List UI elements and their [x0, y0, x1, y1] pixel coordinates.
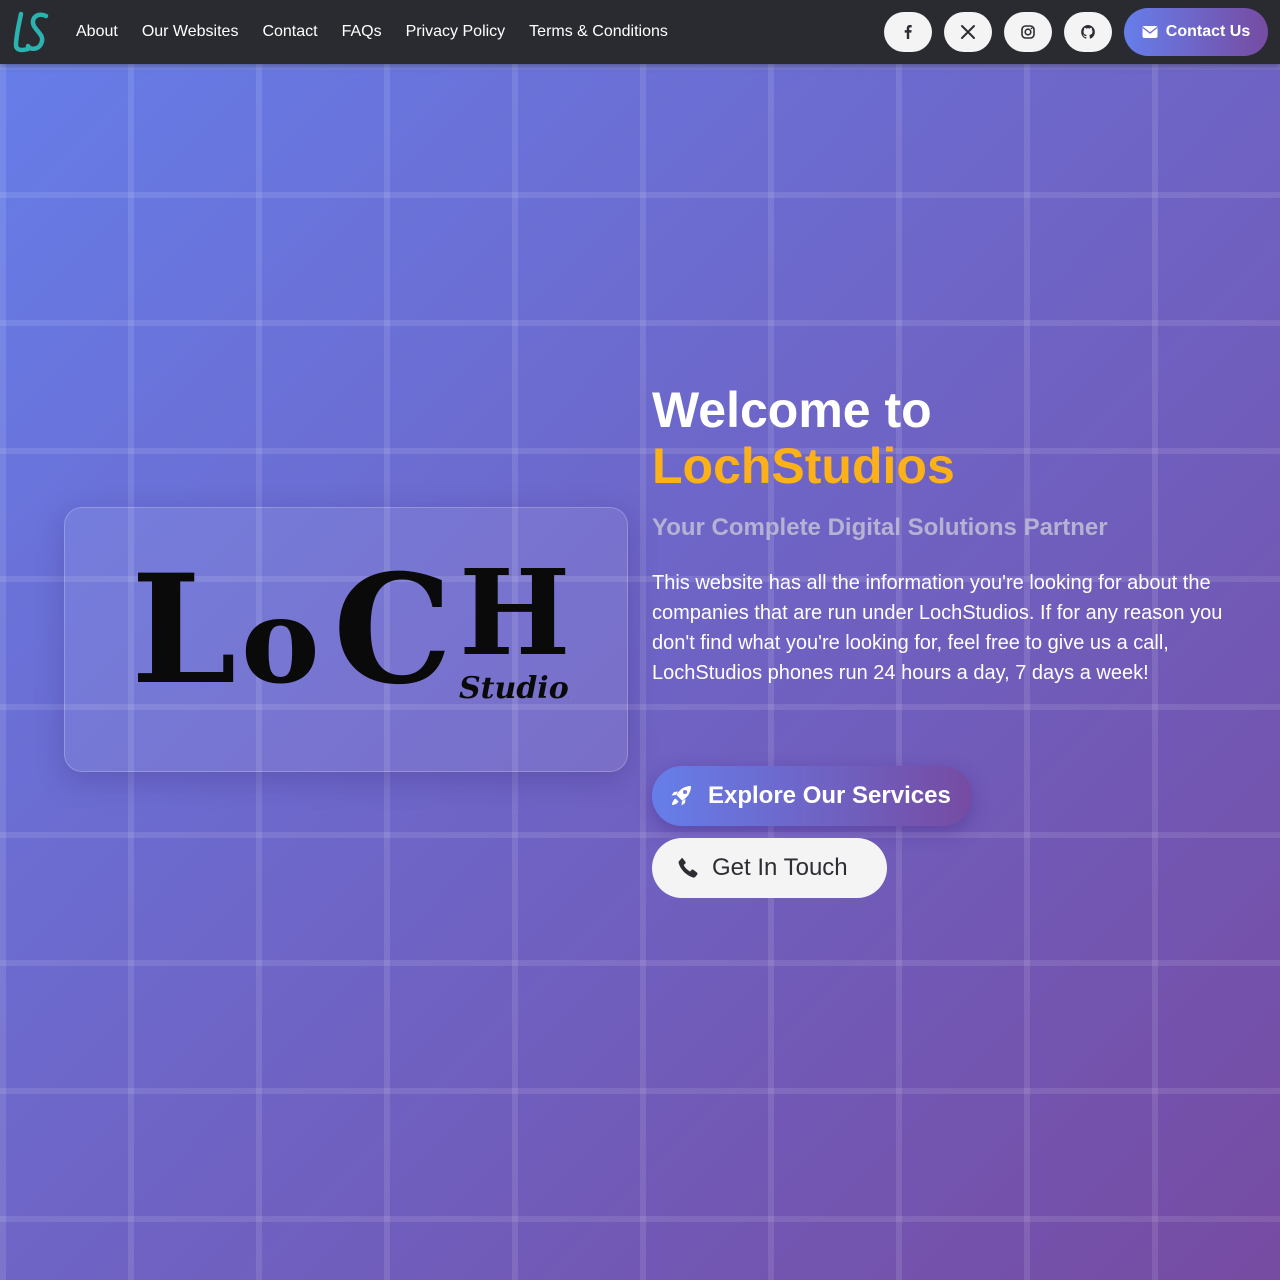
explore-services-button[interactable]: Explore Our Services — [652, 766, 972, 826]
hero-title: Welcome to LochStudios — [652, 382, 955, 494]
x-icon — [961, 25, 975, 39]
wordmark-letter-c: C — [333, 554, 452, 704]
explore-services-label: Explore Our Services — [708, 782, 951, 809]
instagram-icon — [1021, 25, 1035, 39]
wordmark-letter-h: H — [459, 554, 569, 682]
instagram-button[interactable] — [1004, 12, 1052, 52]
get-in-touch-button[interactable]: Get In Touch — [652, 838, 887, 898]
wordmark-letter-o: o — [241, 571, 320, 704]
wordmark-letter-l: L — [131, 554, 236, 704]
hero-description: This website has all the information you… — [652, 572, 1223, 684]
site-logo[interactable] — [12, 10, 52, 54]
nav-contact[interactable]: Contact — [250, 23, 329, 41]
nav-about[interactable]: About — [64, 23, 130, 41]
logo-card: L o C H Studios — [64, 507, 628, 772]
nav-terms-conditions[interactable]: Terms & Conditions — [517, 23, 680, 41]
contact-us-button[interactable]: Contact Us — [1124, 8, 1268, 56]
hero-subtitle: Your Complete Digital Solutions Partner — [652, 514, 1108, 541]
hero-title-welcome: Welcome to — [652, 382, 932, 438]
nav-our-websites[interactable]: Our Websites — [130, 23, 251, 41]
lochstudios-wordmark-logo: L o C H Studios — [131, 554, 569, 704]
ls-logo-icon — [13, 11, 49, 53]
facebook-button[interactable] — [884, 12, 932, 52]
nav-links: About Our Websites Contact FAQs Privacy … — [64, 0, 680, 64]
navbar: About Our Websites Contact FAQs Privacy … — [0, 0, 1280, 64]
hero-title-brand: LochStudios — [652, 438, 955, 494]
nav-privacy-policy[interactable]: Privacy Policy — [394, 23, 518, 41]
envelope-icon — [1142, 26, 1158, 38]
wordmark-studios: Studios — [459, 671, 569, 704]
get-in-touch-label: Get In Touch — [712, 854, 848, 881]
nav-faqs[interactable]: FAQs — [330, 23, 394, 41]
github-icon — [1081, 25, 1095, 39]
github-button[interactable] — [1064, 12, 1112, 52]
phone-icon — [678, 857, 698, 878]
contact-us-label: Contact Us — [1165, 23, 1251, 40]
facebook-icon — [904, 25, 912, 39]
rocket-icon — [671, 786, 691, 806]
x-button[interactable] — [944, 12, 992, 52]
